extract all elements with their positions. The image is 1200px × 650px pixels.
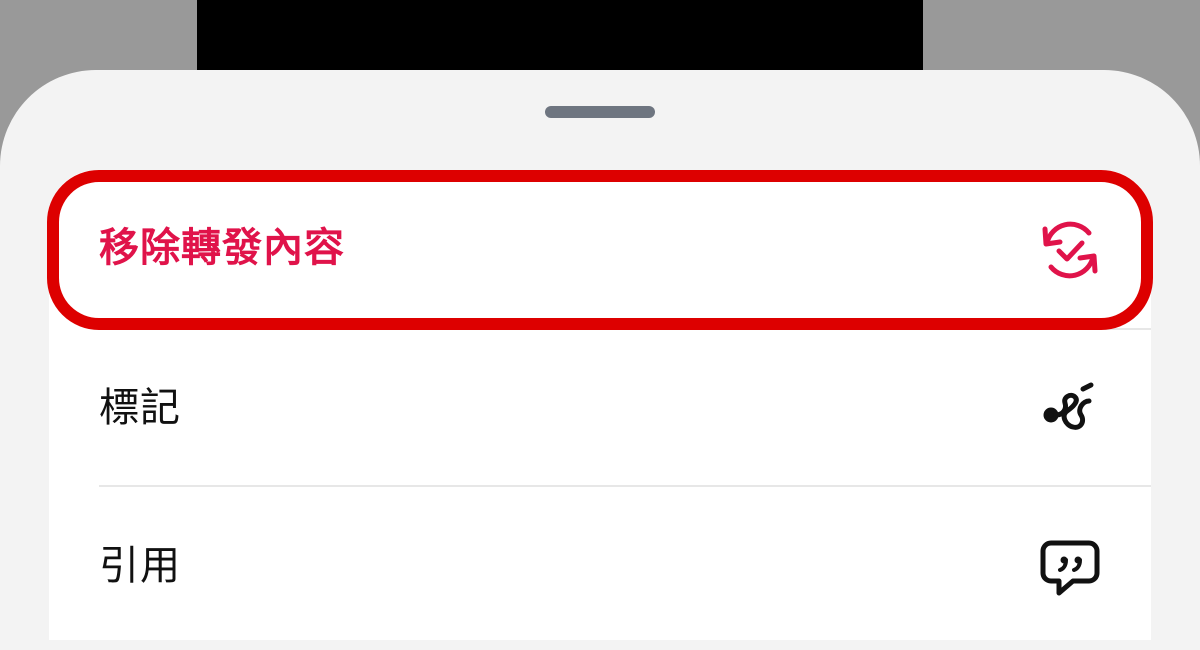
menu-item-quote[interactable]: 引用 <box>49 487 1151 643</box>
menu-item-tag[interactable]: 標記 <box>49 330 1151 486</box>
quote-bubble-icon <box>1040 540 1100 596</box>
sheet-drag-handle[interactable] <box>545 106 655 118</box>
menu-item-label: 引用 <box>99 543 181 589</box>
highlight-annotation-box <box>47 170 1153 330</box>
menu-item-label: 標記 <box>99 385 181 431</box>
squiggle-tag-icon <box>1043 382 1094 430</box>
background-media-preview <box>197 0 923 80</box>
